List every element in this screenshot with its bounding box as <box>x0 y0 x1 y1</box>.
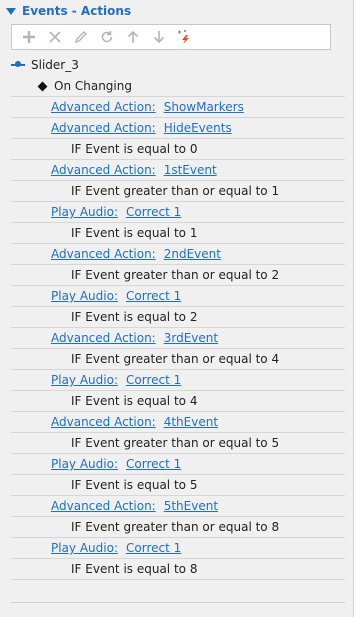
move-down-icon <box>153 31 165 44</box>
collapse-triangle-icon[interactable] <box>6 7 16 15</box>
action-row[interactable]: Advanced Action: HideEvents <box>11 118 345 139</box>
action-target-link[interactable]: Correct 1 <box>126 373 181 387</box>
panel-title: Events - Actions <box>22 4 132 18</box>
event-name: On Changing <box>54 79 132 93</box>
action-type-link[interactable]: Advanced Action: <box>51 331 156 345</box>
condition-text: IF Event is equal to 0 <box>71 142 198 156</box>
action-target-link[interactable]: ShowMarkers <box>164 100 244 114</box>
action-target-link[interactable]: HideEvents <box>164 121 232 135</box>
action-type-link[interactable]: Advanced Action: <box>51 499 156 513</box>
bottom-divider <box>11 602 345 603</box>
action-type-link[interactable]: Advanced Action: <box>51 163 156 177</box>
action-target-link[interactable]: 5thEvent <box>164 499 218 513</box>
condition-text: IF Event is equal to 1 <box>71 226 198 240</box>
add-button[interactable] <box>16 25 42 49</box>
event-diamond-icon <box>37 81 48 91</box>
add-icon <box>23 31 35 43</box>
action-row[interactable]: Play Audio: Correct 1 <box>11 286 345 307</box>
refresh-button[interactable] <box>94 25 120 49</box>
edit-icon <box>74 31 87 44</box>
magic-wand-button[interactable] <box>172 25 198 49</box>
action-target-link[interactable]: 4thEvent <box>164 415 218 429</box>
action-type-link[interactable]: Play Audio: <box>51 289 118 303</box>
action-row[interactable]: Play Audio: Correct 1 <box>11 538 345 559</box>
condition-row[interactable]: IF Event greater than or equal to 2 <box>11 265 345 286</box>
action-target-link[interactable]: Correct 1 <box>126 541 181 555</box>
condition-row[interactable]: IF Event is equal to 5 <box>11 475 345 496</box>
condition-text: IF Event is equal to 2 <box>71 310 198 324</box>
action-row[interactable]: Play Audio: Correct 1 <box>11 370 345 391</box>
edit-button[interactable] <box>68 25 94 49</box>
action-type-link[interactable]: Play Audio: <box>51 541 118 555</box>
condition-row[interactable]: IF Event is equal to 1 <box>11 223 345 244</box>
condition-row[interactable]: IF Event greater than or equal to 5 <box>11 433 345 454</box>
action-type-link[interactable]: Advanced Action: <box>51 100 156 114</box>
actions-toolbar <box>11 24 331 50</box>
action-target-link[interactable]: 2ndEvent <box>164 247 221 261</box>
action-row[interactable]: Advanced Action: 1stEvent <box>11 160 345 181</box>
move-up-button[interactable] <box>120 25 146 49</box>
action-type-link[interactable]: Play Audio: <box>51 205 118 219</box>
condition-text: IF Event greater than or equal to 5 <box>71 436 280 450</box>
action-type-link[interactable]: Play Audio: <box>51 373 118 387</box>
condition-text: IF Event greater than or equal to 8 <box>71 520 280 534</box>
condition-row[interactable]: IF Event is equal to 0 <box>11 139 345 160</box>
action-target-link[interactable]: 1stEvent <box>164 163 217 177</box>
condition-row[interactable]: IF Event greater than or equal to 1 <box>11 181 345 202</box>
delete-icon <box>49 31 61 43</box>
action-row[interactable]: Play Audio: Correct 1 <box>11 454 345 475</box>
action-row[interactable]: Advanced Action: 4thEvent <box>11 412 345 433</box>
condition-text: IF Event greater than or equal to 1 <box>71 184 280 198</box>
condition-row[interactable]: IF Event is equal to 2 <box>11 307 345 328</box>
action-row[interactable]: Play Audio: Correct 1 <box>11 202 345 223</box>
move-down-button[interactable] <box>146 25 172 49</box>
action-target-link[interactable]: Correct 1 <box>126 289 181 303</box>
tree-object-row[interactable]: Slider_3 <box>11 54 345 76</box>
condition-text: IF Event is equal to 5 <box>71 478 198 492</box>
condition-text: IF Event greater than or equal to 4 <box>71 352 280 366</box>
tree-action-list: Advanced Action: ShowMarkers Advanced Acti… <box>11 97 345 580</box>
events-actions-tree: Slider_3 On Changing Advanced Action: Sho… <box>11 54 345 580</box>
condition-row[interactable]: IF Event greater than or equal to 8 <box>11 517 345 538</box>
action-type-link[interactable]: Play Audio: <box>51 457 118 471</box>
condition-text: IF Event is equal to 4 <box>71 394 198 408</box>
condition-row[interactable]: IF Event is equal to 4 <box>11 391 345 412</box>
action-row[interactable]: Advanced Action: 5thEvent <box>11 496 345 517</box>
action-target-link[interactable]: 3rdEvent <box>164 331 218 345</box>
action-type-link[interactable]: Advanced Action: <box>51 415 156 429</box>
refresh-icon <box>101 31 113 43</box>
delete-button[interactable] <box>42 25 68 49</box>
move-up-icon <box>127 30 139 43</box>
condition-row[interactable]: IF Event is equal to 8 <box>11 559 345 580</box>
object-name: Slider_3 <box>31 58 79 72</box>
magic-wand-icon <box>178 30 189 44</box>
action-row[interactable]: Advanced Action: 3rdEvent <box>11 328 345 349</box>
condition-text: IF Event is equal to 8 <box>71 562 198 576</box>
condition-text: IF Event greater than or equal to 2 <box>71 268 280 282</box>
action-row[interactable]: Advanced Action: 2ndEvent <box>11 244 345 265</box>
action-row[interactable]: Advanced Action: ShowMarkers <box>11 97 345 118</box>
panel-header[interactable]: Events - Actions <box>0 0 354 22</box>
action-type-link[interactable]: Advanced Action: <box>51 121 156 135</box>
action-target-link[interactable]: Correct 1 <box>126 457 181 471</box>
condition-row[interactable]: IF Event greater than or equal to 4 <box>11 349 345 370</box>
action-type-link[interactable]: Advanced Action: <box>51 247 156 261</box>
tree-event-row[interactable]: On Changing <box>11 76 345 97</box>
action-target-link[interactable]: Correct 1 <box>126 205 181 219</box>
object-connector-icon <box>11 61 25 67</box>
